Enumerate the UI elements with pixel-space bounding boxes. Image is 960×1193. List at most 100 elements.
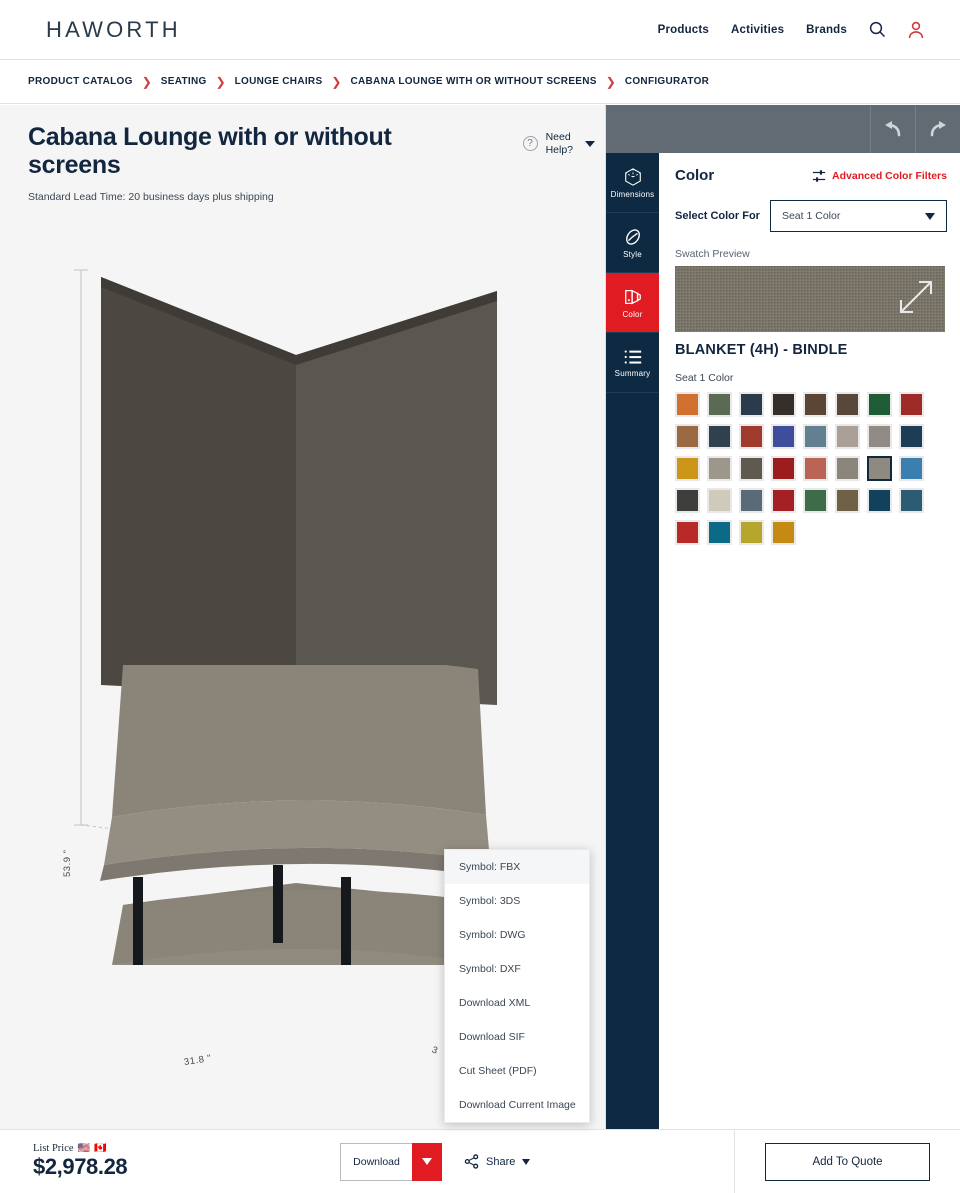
selected-color-target: Seat 1 Color	[781, 210, 841, 222]
color-swatch[interactable]	[771, 520, 796, 545]
style-swirl-icon	[625, 228, 640, 245]
need-help-label: Need Help?	[545, 131, 573, 156]
haworth-logo[interactable]: HAWORTH	[46, 17, 181, 43]
select-color-for-dropdown[interactable]: Seat 1 Color	[769, 200, 947, 232]
color-swatch[interactable]	[835, 424, 860, 449]
config-tab-rail: Dimensions Style Color Summary	[606, 153, 659, 1129]
color-swatch[interactable]	[739, 488, 764, 513]
color-swatch[interactable]	[675, 424, 700, 449]
download-menu-item[interactable]: Download Current Image	[445, 1088, 589, 1122]
color-swatch[interactable]	[739, 520, 764, 545]
color-swatch[interactable]	[675, 520, 700, 545]
color-swatch[interactable]	[739, 392, 764, 417]
price-block: List Price 🇺🇸 🇨🇦 $2,978.28	[0, 1143, 340, 1180]
dimension-depth-label: 3	[430, 1044, 440, 1057]
color-swatch[interactable]	[707, 520, 732, 545]
search-icon[interactable]	[869, 21, 886, 38]
list-price-label: List Price 🇺🇸 🇨🇦	[33, 1143, 340, 1154]
breadcrumb-item-catalog[interactable]: PRODUCT CATALOG	[28, 76, 133, 87]
ca-flag-icon: 🇨🇦	[94, 1142, 107, 1154]
color-swatch[interactable]	[867, 392, 892, 417]
color-swatch[interactable]	[867, 456, 892, 481]
user-account-icon[interactable]	[908, 21, 924, 39]
download-menu-item[interactable]: Download XML	[445, 986, 589, 1020]
color-swatch[interactable]	[867, 488, 892, 513]
color-swatch[interactable]	[803, 488, 828, 513]
add-to-quote-button[interactable]: Add To Quote	[765, 1142, 930, 1181]
redo-button[interactable]	[915, 105, 960, 153]
download-dropdown-toggle[interactable]	[412, 1142, 442, 1181]
share-label: Share	[486, 1155, 516, 1168]
color-swatch[interactable]	[899, 424, 924, 449]
color-swatch[interactable]	[707, 488, 732, 513]
color-swatch[interactable]	[867, 424, 892, 449]
color-swatch[interactable]	[803, 424, 828, 449]
color-palette-icon	[624, 289, 641, 304]
download-menu-item[interactable]: Symbol: FBX	[445, 850, 589, 884]
sidebar-item-style[interactable]: Style	[606, 213, 659, 273]
color-swatch[interactable]	[771, 424, 796, 449]
nav-item-brands[interactable]: Brands	[806, 24, 847, 36]
share-button[interactable]: Share	[464, 1154, 531, 1169]
download-menu-item[interactable]: Cut Sheet (PDF)	[445, 1054, 589, 1088]
need-help-button[interactable]: ? Need Help?	[522, 123, 595, 156]
color-swatch[interactable]	[675, 392, 700, 417]
breadcrumb-item-seating[interactable]: SEATING	[161, 76, 207, 87]
lead-time-text: Standard Lead Time: 20 business days plu…	[28, 191, 274, 203]
download-dropdown-menu[interactable]: Symbol: FBX Symbol: 3DS Symbol: DWG Symbol:…	[444, 849, 590, 1123]
color-swatch[interactable]	[899, 488, 924, 513]
color-swatch[interactable]	[739, 424, 764, 449]
advanced-color-filters-button[interactable]: Advanced Color Filters	[812, 169, 947, 183]
breadcrumb-separator-icon: ❯	[605, 74, 616, 89]
us-flag-icon: 🇺🇸	[77, 1142, 90, 1154]
color-swatch[interactable]	[803, 392, 828, 417]
color-swatch[interactable]	[771, 488, 796, 513]
color-swatch[interactable]	[771, 392, 796, 417]
color-swatch[interactable]	[675, 488, 700, 513]
select-color-for-row: Select Color For Seat 1 Color	[675, 200, 947, 232]
breadcrumb-item-lounge-chairs[interactable]: LOUNGE CHAIRS	[235, 76, 323, 87]
configurator-page: HAWORTH Products Activities Brands PRODU…	[0, 0, 960, 1193]
config-pane: Dimensions Style Color Summary Color Adv…	[606, 105, 960, 1129]
color-swatch[interactable]	[675, 456, 700, 481]
nav-item-products[interactable]: Products	[658, 24, 709, 36]
color-swatch[interactable]	[899, 456, 924, 481]
color-swatch[interactable]	[707, 392, 732, 417]
color-swatch[interactable]	[739, 456, 764, 481]
color-swatch[interactable]	[835, 456, 860, 481]
breadcrumb-item-configurator[interactable]: CONFIGURATOR	[625, 76, 709, 87]
swatch-preview[interactable]	[675, 266, 945, 332]
chevron-down-icon	[585, 140, 595, 147]
download-button[interactable]: Download	[340, 1142, 412, 1181]
sidebar-item-dimensions[interactable]: Dimensions	[606, 153, 659, 213]
quote-section: Add To Quote	[734, 1129, 960, 1193]
nav-item-activities[interactable]: Activities	[731, 24, 784, 36]
download-button-group: Download	[340, 1142, 442, 1181]
expand-diagonal-icon[interactable]	[895, 276, 937, 318]
color-swatch[interactable]	[803, 456, 828, 481]
download-menu-item[interactable]: Symbol: DXF	[445, 952, 589, 986]
undo-arrow-icon	[885, 121, 901, 137]
sidebar-item-summary[interactable]: Summary	[606, 333, 659, 393]
sliders-filter-icon	[812, 169, 826, 182]
color-swatch[interactable]	[707, 424, 732, 449]
sidebar-item-color[interactable]: Color	[606, 273, 659, 333]
color-swatch[interactable]	[899, 392, 924, 417]
color-swatch-grid	[675, 392, 947, 545]
color-swatch[interactable]	[707, 456, 732, 481]
redo-arrow-icon	[930, 121, 946, 137]
undo-button[interactable]	[870, 105, 915, 153]
color-swatch[interactable]	[835, 488, 860, 513]
color-swatch[interactable]	[771, 456, 796, 481]
title-row: Cabana Lounge with or without screens ? …	[0, 105, 605, 179]
site-header: HAWORTH Products Activities Brands	[0, 0, 960, 60]
download-menu-item[interactable]: Symbol: DWG	[445, 918, 589, 952]
advanced-filters-label: Advanced Color Filters	[832, 169, 947, 182]
color-swatch[interactable]	[835, 392, 860, 417]
page-title: Cabana Lounge with or without screens	[28, 123, 392, 179]
breadcrumb-item-product[interactable]: CABANA LOUNGE WITH OR WITHOUT SCREENS	[350, 76, 596, 87]
color-panel-header: Color Advanced Color Filters	[675, 167, 947, 184]
question-mark-icon: ?	[522, 136, 538, 152]
download-menu-item[interactable]: Download SIF	[445, 1020, 589, 1054]
download-menu-item[interactable]: Symbol: 3DS	[445, 884, 589, 918]
